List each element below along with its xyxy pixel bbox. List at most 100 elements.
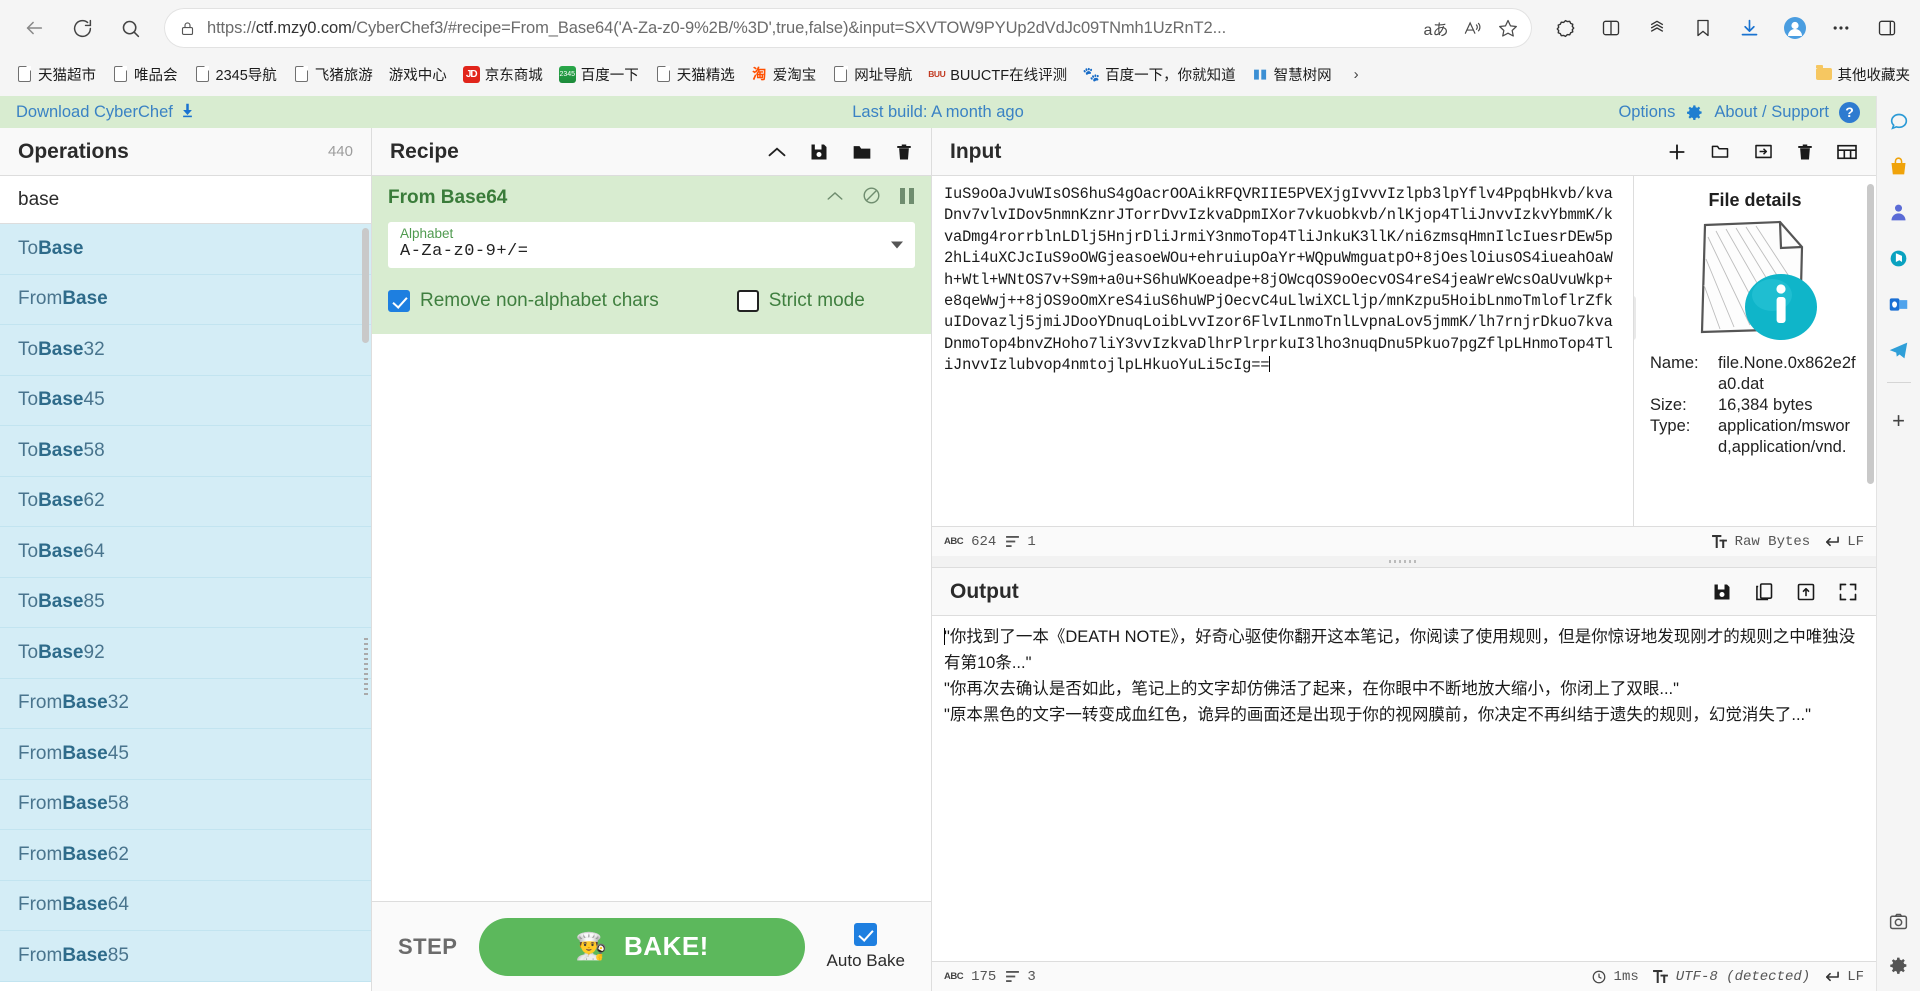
operation-list-item[interactable]: From Base 45: [0, 729, 371, 780]
search-bing-icon[interactable]: [1885, 244, 1913, 272]
bookmark-item[interactable]: 🐾 百度一下，你就知道: [1075, 61, 1244, 88]
chevron-up-icon[interactable]: [767, 145, 787, 159]
recipe-operation-card[interactable]: From Base64 Alphabet A-Za-z0-9+/= Remove…: [372, 176, 931, 334]
save-recipe-icon[interactable]: [809, 142, 829, 162]
operation-list-item[interactable]: From Base 85: [0, 931, 371, 982]
gear-icon[interactable]: [1685, 103, 1704, 122]
bookmark-item[interactable]: 天猫超市: [8, 61, 104, 88]
file-details-scrollbar[interactable]: [1867, 184, 1874, 484]
operation-list-item[interactable]: To Base 32: [0, 325, 371, 376]
other-favorites-folder[interactable]: 其他收藏夹: [1815, 64, 1910, 85]
bookmark-item[interactable]: ▮▮ 智慧树网: [1244, 61, 1340, 88]
operation-list-item[interactable]: From Base 64: [0, 880, 371, 931]
input-textarea[interactable]: IuS9oOaJvuWIsOS6huS4gOacrOOAikRFQVRIIE5P…: [932, 176, 1633, 526]
load-recipe-icon[interactable]: [851, 142, 873, 162]
shopping-bag-icon[interactable]: [1885, 152, 1913, 180]
operation-list-item[interactable]: To Base 64: [0, 527, 371, 578]
search-icon[interactable]: [110, 8, 150, 48]
translate-icon[interactable]: aあ: [1418, 12, 1454, 44]
settings-gear-icon[interactable]: [1885, 951, 1913, 979]
browser-essentials-icon[interactable]: [1545, 8, 1585, 48]
bookmark-item[interactable]: BUU BUUCTF在线评测: [920, 61, 1075, 88]
step-button[interactable]: STEP: [398, 934, 457, 960]
recipe-body[interactable]: From Base64 Alphabet A-Za-z0-9+/= Remove…: [372, 176, 931, 901]
operation-list-item[interactable]: To Base: [0, 224, 371, 275]
collapse-chevron-icon[interactable]: [826, 189, 844, 207]
input-tabs-icon[interactable]: [1836, 143, 1858, 161]
remove-non-alphabet-checkbox[interactable]: Remove non-alphabet chars: [388, 290, 659, 312]
open-file-icon[interactable]: [1753, 142, 1774, 161]
operations-scrollbar[interactable]: [362, 228, 369, 343]
read-aloud-icon[interactable]: [1454, 12, 1490, 44]
open-folder-icon[interactable]: [1709, 142, 1731, 161]
screenshot-icon[interactable]: [1885, 907, 1913, 935]
search-input[interactable]: [0, 176, 371, 224]
input-line-ending[interactable]: LF: [1824, 534, 1864, 550]
operation-list-item[interactable]: From Base 32: [0, 678, 371, 729]
add-sidebar-app-icon[interactable]: +: [1885, 407, 1913, 435]
save-output-icon[interactable]: [1712, 582, 1732, 602]
file-details-collapse-icon[interactable]: ›: [1634, 296, 1636, 340]
outlook-icon[interactable]: [1885, 290, 1913, 318]
clear-input-icon[interactable]: [1796, 142, 1814, 162]
copilot-icon[interactable]: [1885, 106, 1913, 134]
auto-bake-checkbox[interactable]: Auto Bake: [827, 922, 905, 971]
operation-list-item[interactable]: To Base 85: [0, 577, 371, 628]
replace-input-icon[interactable]: [1796, 582, 1816, 602]
sidebar-toggle-icon[interactable]: [1867, 8, 1907, 48]
favorites-icon[interactable]: [1683, 8, 1723, 48]
about-support-link[interactable]: About / Support: [1714, 103, 1829, 122]
address-bar[interactable]: https://ctf.mzy0.com/CyberChef3/#recipe=…: [164, 8, 1532, 48]
bookmarks-overflow-chevron-icon[interactable]: ›: [1346, 63, 1367, 86]
bookmark-item[interactable]: 网址导航: [824, 61, 920, 88]
input-raw-bytes-toggle[interactable]: Raw Bytes: [1711, 534, 1810, 550]
checkbox-box[interactable]: [854, 922, 878, 946]
operations-scroll-grip[interactable]: [364, 638, 368, 698]
operation-list-item[interactable]: To Base 92: [0, 628, 371, 679]
favorite-star-icon[interactable]: [1490, 12, 1526, 44]
chevron-down-icon[interactable]: [891, 241, 903, 249]
more-options-icon[interactable]: [1821, 8, 1861, 48]
bookmark-item[interactable]: 唯品会: [104, 61, 186, 88]
profile-avatar[interactable]: [1775, 8, 1815, 48]
bookmark-item[interactable]: 飞猪旅游: [285, 61, 381, 88]
collections-icon[interactable]: [1637, 8, 1677, 48]
bookmark-item[interactable]: 天猫精选: [647, 61, 743, 88]
strict-mode-checkbox[interactable]: Strict mode: [736, 290, 865, 312]
telegram-icon[interactable]: [1885, 336, 1913, 364]
bookmark-item[interactable]: 游戏中心: [381, 61, 455, 88]
disable-operation-icon[interactable]: [862, 186, 881, 210]
bake-button[interactable]: 👨‍🍳 BAKE!: [479, 917, 805, 976]
operation-list-item[interactable]: From Base: [0, 274, 371, 325]
options-link[interactable]: Options: [1618, 103, 1675, 122]
download-cyberchef-link[interactable]: Download CyberChef: [16, 102, 195, 123]
bookmark-item[interactable]: JD 京东商城: [455, 61, 551, 88]
bookmark-item[interactable]: 2345 百度一下: [551, 61, 647, 88]
checkbox-box[interactable]: [388, 290, 410, 312]
bookmark-item[interactable]: 2345导航: [186, 61, 285, 88]
output-textarea[interactable]: "你找到了一本《DEATH NOTE》，好奇心驱使你翻开这本笔记，你阅读了使用规…: [932, 616, 1876, 961]
operation-list-item[interactable]: From Base 62: [0, 830, 371, 881]
games-icon[interactable]: [1885, 198, 1913, 226]
output-line-ending[interactable]: LF: [1824, 969, 1864, 985]
reload-icon[interactable]: [62, 8, 102, 48]
operation-list-item[interactable]: To Base 62: [0, 476, 371, 527]
back-arrow-icon[interactable]: [14, 8, 54, 48]
breakpoint-pause-icon[interactable]: [899, 187, 915, 210]
maximize-output-icon[interactable]: [1838, 582, 1858, 602]
split-screen-icon[interactable]: [1591, 8, 1631, 48]
io-splitter[interactable]: [932, 556, 1876, 568]
add-input-tab-icon[interactable]: [1667, 142, 1687, 162]
checkbox-box[interactable]: [736, 290, 759, 312]
bookmark-item[interactable]: 淘爱淘宝: [743, 61, 825, 88]
operation-list-item[interactable]: From Base 58: [0, 779, 371, 830]
operation-list-item[interactable]: To Base 58: [0, 426, 371, 477]
help-icon[interactable]: ?: [1839, 101, 1860, 123]
copy-output-icon[interactable]: [1754, 581, 1774, 602]
input-body[interactable]: IuS9oOaJvuWIsOS6huS4gOacrOOAikRFQVRIIE5P…: [932, 176, 1876, 526]
alphabet-field[interactable]: Alphabet A-Za-z0-9+/=: [388, 222, 915, 268]
operation-list-item[interactable]: To Base 45: [0, 375, 371, 426]
output-encoding[interactable]: UTF-8 (detected): [1652, 969, 1810, 985]
clear-recipe-icon[interactable]: [895, 142, 913, 162]
downloads-icon[interactable]: [1729, 8, 1769, 48]
